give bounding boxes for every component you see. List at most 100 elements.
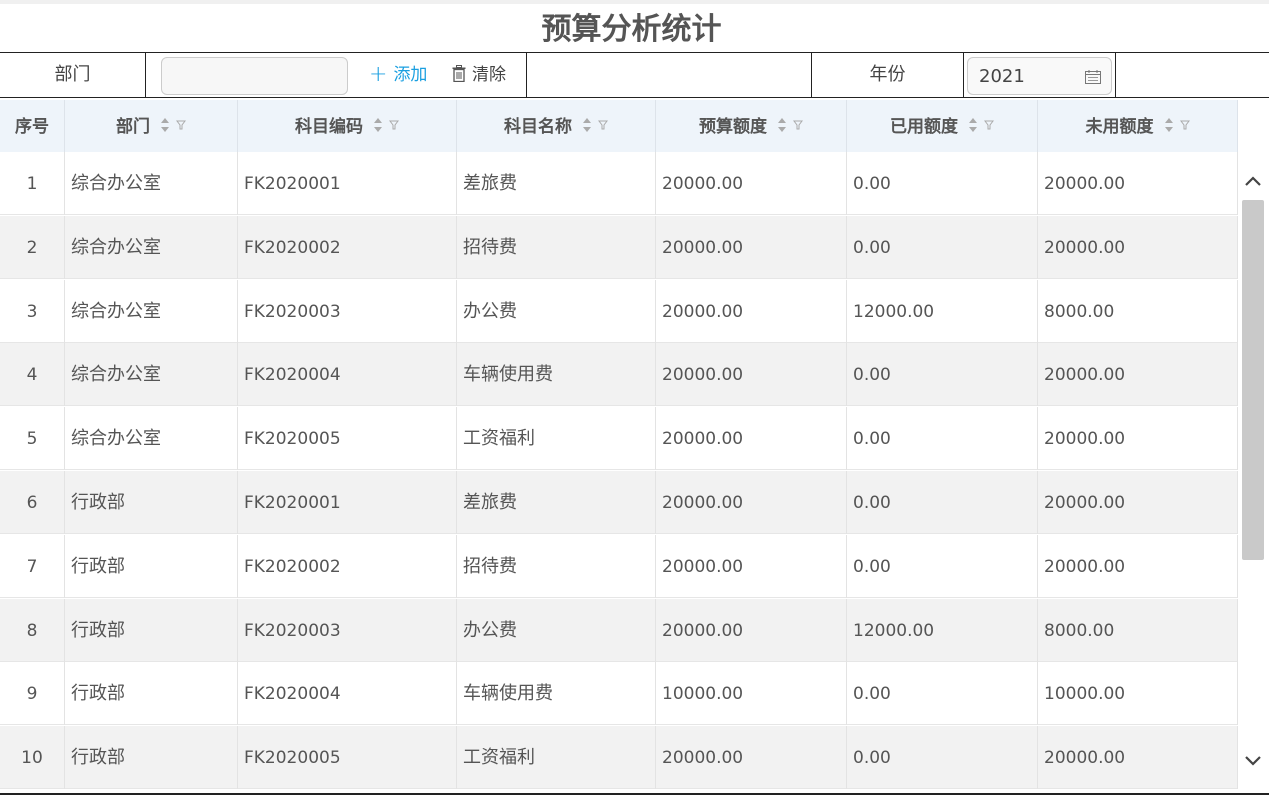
cell-dept: 行政部 [65,471,238,534]
table-row[interactable]: 7 行政部 FK2020002 招待费 20000.00 0.00 20000.00 [0,534,1238,598]
column-header-code[interactable]: 科目编码 [238,100,457,152]
cell-code: FK2020005 [238,407,457,471]
cell-index: 1 [0,152,65,215]
cell-budget: 20000.00 [656,407,847,471]
cell-budget: 20000.00 [656,279,847,343]
cell-code: FK2020004 [238,662,457,726]
cell-unused: 10000.00 [1038,662,1238,726]
sort-icon[interactable] [373,117,383,133]
cell-index: 4 [0,343,65,407]
cell-dept: 行政部 [65,726,238,790]
column-header-used[interactable]: 已用额度 [847,100,1038,152]
filter-icon[interactable] [1179,120,1190,130]
cell-name: 办公费 [457,598,656,662]
scroll-up-icon[interactable] [1240,168,1266,194]
cell-code: FK2020001 [238,471,457,534]
table-row[interactable]: 2 综合办公室 FK2020002 招待费 20000.00 0.00 20000.00 [0,215,1238,279]
cell-used: 0.00 [847,343,1038,407]
filter-icon[interactable] [793,120,803,130]
table-row[interactable]: 4 综合办公室 FK2020004 车辆使用费 20000.00 0.00 20000.00 [0,343,1238,407]
filter-icon[interactable] [984,120,994,130]
cell-unused: 20000.00 [1038,407,1238,471]
year-value: 2021 [979,66,1025,87]
cell-unused: 8000.00 [1038,279,1238,343]
filter-bar: 部门 + 添加 清除 年份 2021 [0,52,1269,98]
cell-used: 0.00 [847,662,1038,726]
cell-code: FK2020001 [238,152,457,215]
cell-index: 2 [0,215,65,279]
cell-used: 0.00 [847,471,1038,534]
cell-used: 0.00 [847,534,1038,598]
cell-name: 办公费 [457,279,656,343]
cell-index: 5 [0,407,65,471]
sort-icon[interactable] [1164,117,1174,133]
grid-header: 序号 部门 科目编码 科目名称 预算额度 已用额度 未用额度 [0,100,1238,152]
year-picker[interactable]: 2021 [967,57,1112,95]
table-row[interactable]: 3 综合办公室 FK2020003 办公费 20000.00 12000.00 8000.0… [0,279,1238,343]
dept-input[interactable] [161,57,348,95]
divider [145,53,146,97]
table-row[interactable]: 6 行政部 FK2020001 差旅费 20000.00 0.00 20000.00 [0,471,1238,534]
filter-icon[interactable] [598,120,608,130]
sort-icon[interactable] [160,117,170,133]
plus-icon: + [369,62,388,87]
cell-code: FK2020005 [238,726,457,790]
clear-button[interactable]: 清除 [452,53,506,97]
cell-used: 0.00 [847,152,1038,215]
cell-budget: 20000.00 [656,534,847,598]
cell-dept: 行政部 [65,598,238,662]
table-row[interactable]: 9 行政部 FK2020004 车辆使用费 10000.00 0.00 10000.00 [0,662,1238,726]
table-row[interactable]: 10 行政部 FK2020005 工资福利 20000.00 0.00 20000.00 [0,726,1238,790]
column-header-label: 科目编码 [295,117,363,137]
column-header-label: 部门 [116,117,150,137]
column-header-label: 未用额度 [1085,117,1154,137]
cell-index: 8 [0,598,65,662]
cell-used: 0.00 [847,407,1038,471]
table-row[interactable]: 8 行政部 FK2020003 办公费 20000.00 12000.00 8000.00 [0,598,1238,662]
table-row[interactable]: 1 综合办公室 FK2020001 差旅费 20000.00 0.00 20000.00 [0,152,1238,215]
cell-name: 差旅费 [457,152,656,215]
filter-icon[interactable] [389,120,399,130]
calendar-icon [1085,70,1101,84]
cell-code: FK2020003 [238,598,457,662]
column-header-budget[interactable]: 预算额度 [656,100,847,152]
cell-name: 车辆使用费 [457,343,656,407]
cell-used: 0.00 [847,726,1038,790]
scroll-down-icon[interactable] [1240,748,1266,774]
cell-index: 10 [0,726,65,790]
column-header-name[interactable]: 科目名称 [457,100,656,152]
cell-name: 工资福利 [457,407,656,471]
sort-icon[interactable] [968,117,978,133]
cell-unused: 8000.00 [1038,598,1238,662]
trash-icon [452,65,466,83]
cell-budget: 20000.00 [656,726,847,790]
cell-budget: 10000.00 [656,662,847,726]
cell-unused: 20000.00 [1038,726,1238,790]
data-grid: 序号 部门 科目编码 科目名称 预算额度 已用额度 未用额度 1 综合办公室 FK2020001… [0,100,1269,795]
cell-code: FK2020003 [238,279,457,343]
cell-dept: 综合办公室 [65,343,238,407]
cell-name: 招待费 [457,534,656,598]
cell-unused: 20000.00 [1038,343,1238,407]
filter-icon[interactable] [176,120,186,130]
add-button[interactable]: + 添加 [369,53,427,97]
divider [963,53,964,97]
cell-name: 招待费 [457,215,656,279]
cell-budget: 20000.00 [656,343,847,407]
year-label: 年份 [869,64,906,85]
cell-used: 0.00 [847,215,1038,279]
top-strip [0,0,1269,4]
table-row[interactable]: 5 综合办公室 FK2020005 工资福利 20000.00 0.00 20000.00 [0,407,1238,471]
divider [1115,53,1116,97]
scrollbar-thumb[interactable] [1242,200,1264,560]
bottom-border [0,793,1269,795]
cell-index: 7 [0,534,65,598]
column-header-unused[interactable]: 未用额度 [1038,100,1238,152]
sort-icon[interactable] [582,117,592,133]
column-header-dept[interactable]: 部门 [65,100,238,152]
sort-icon[interactable] [777,117,787,133]
cell-name: 车辆使用费 [457,662,656,726]
column-header-index: 序号 [0,100,65,152]
column-header-label: 科目名称 [504,117,572,137]
page-title: 预算分析统计 [541,12,722,47]
